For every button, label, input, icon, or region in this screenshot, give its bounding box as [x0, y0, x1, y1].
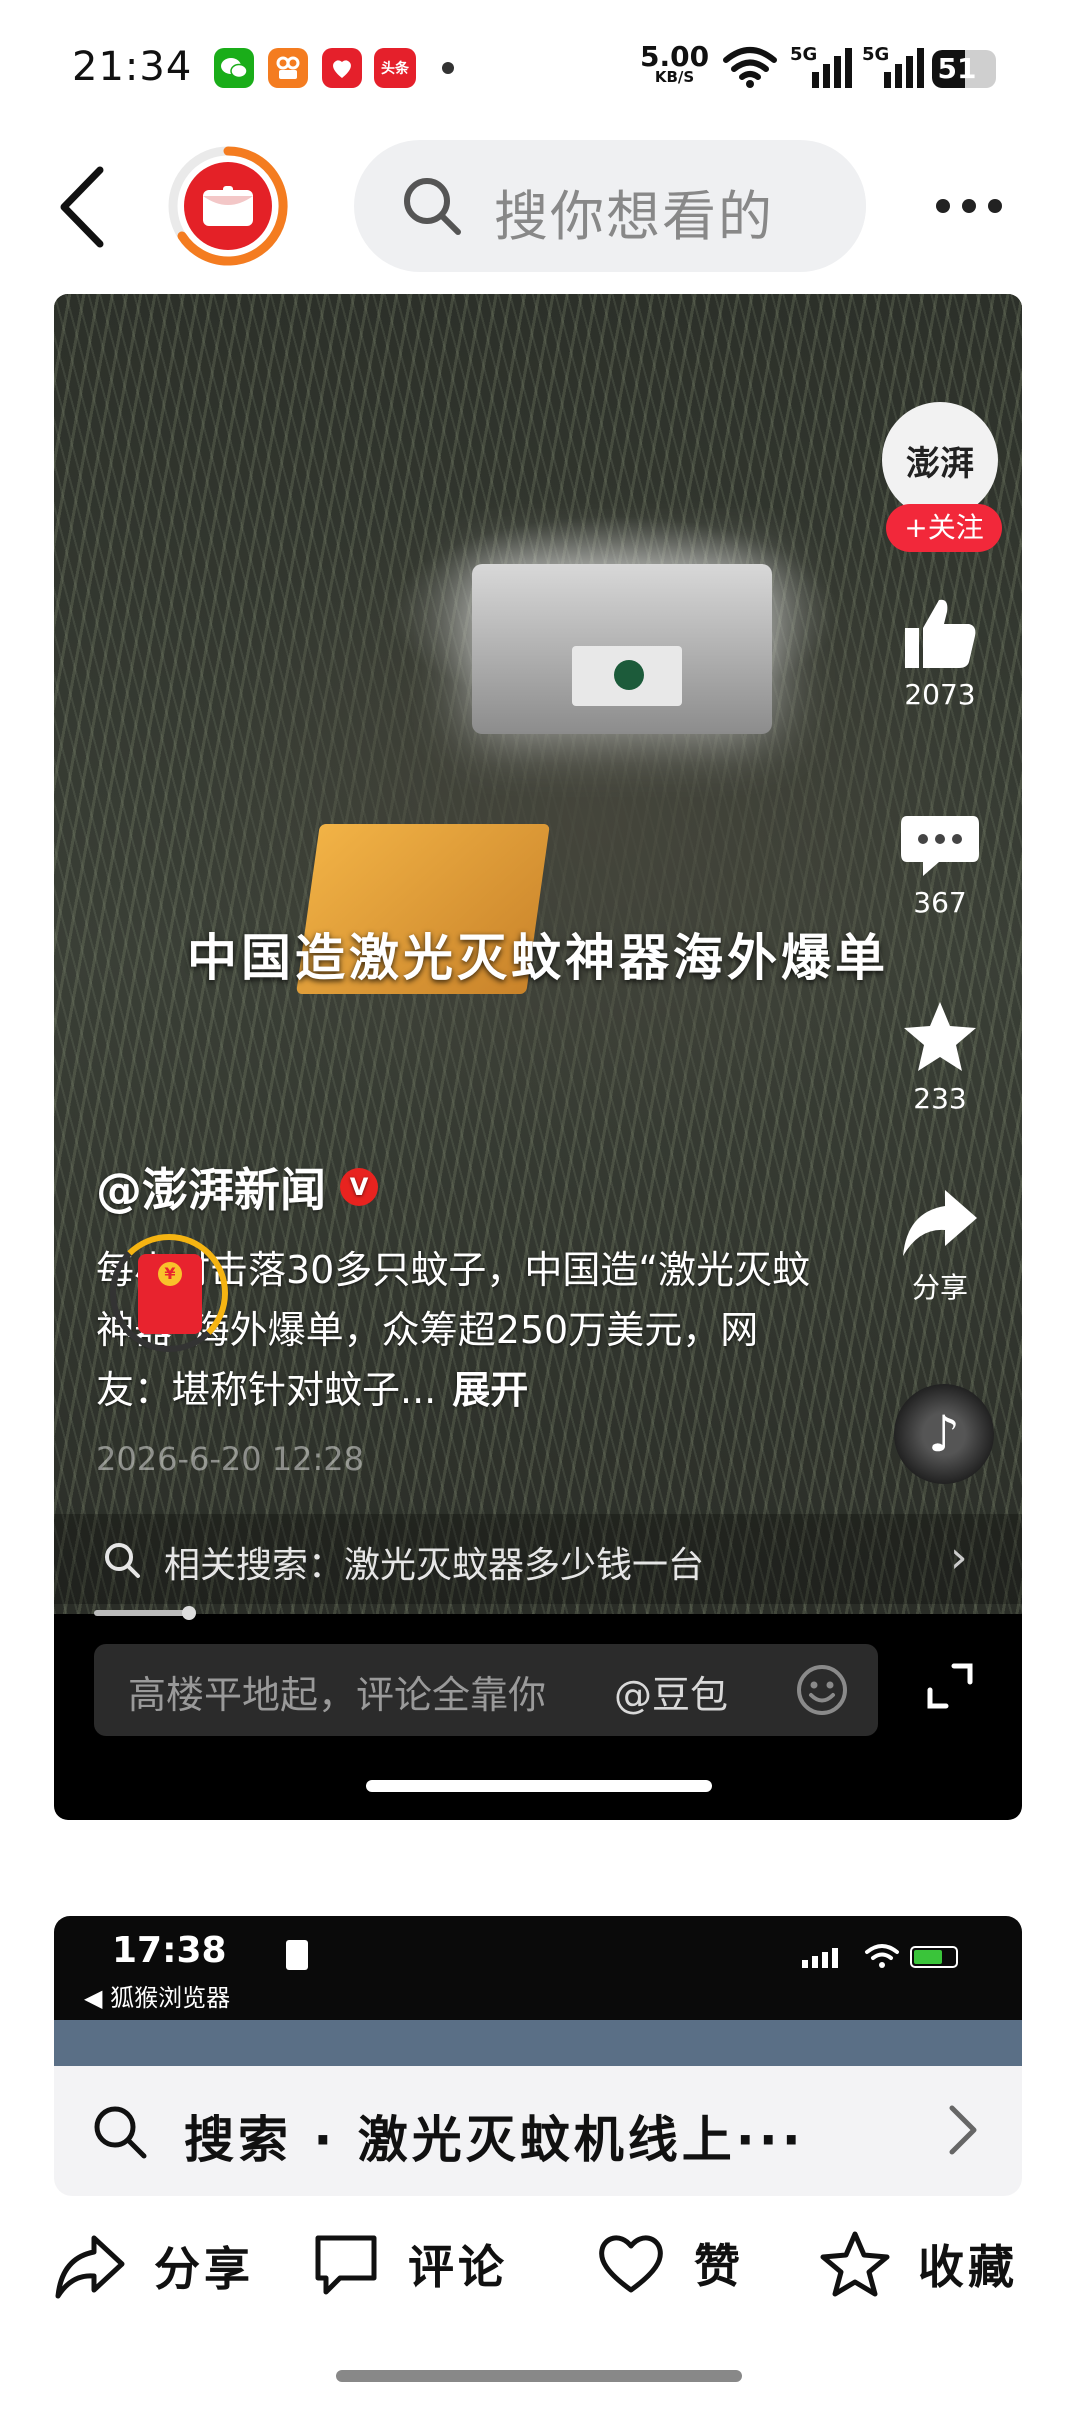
signal-sim1-icon: 5G [790, 44, 856, 94]
publish-date: 2026-6-20 12:28 [96, 1440, 364, 1478]
comment-bubble-icon [901, 816, 979, 876]
fullscreen-icon[interactable] [924, 1660, 976, 1712]
signal-icon [802, 1948, 838, 1968]
video-player[interactable]: 中国造激光灭蚊神器海外爆单 澎湃 +关注 2073 367 233 分享 ♪ @… [54, 294, 1022, 1820]
back-icon[interactable] [52, 162, 112, 252]
phone-icon [286, 1940, 308, 1970]
notification-dot-icon [442, 62, 454, 74]
share-label: 分享 [911, 1271, 968, 1304]
comment-input[interactable]: 高楼平地起，评论全靠你 @豆包 [94, 1644, 878, 1736]
red-packet-icon[interactable] [184, 162, 272, 250]
comment-button[interactable]: 367 [882, 810, 998, 919]
related-search-text: 相关搜索：激光灭蚊器多少钱一台 [164, 1545, 705, 1586]
star-icon [904, 1002, 976, 1071]
video-progress-bar[interactable] [94, 1606, 196, 1620]
status-time: 21:34 [72, 44, 193, 90]
search-icon [94, 2106, 147, 2159]
like-button[interactable]: 2073 [882, 594, 998, 711]
wifi-icon [865, 1944, 899, 1968]
heart-icon [599, 2235, 663, 2293]
search-input[interactable]: 搜你想看的 [354, 140, 866, 272]
search-suggestion[interactable]: 搜索 · 激光灭蚊机线上··· [54, 2066, 1022, 2196]
share-action-label: 分享 [154, 2242, 254, 2296]
sim1-label: 5G [790, 44, 817, 65]
author-name[interactable]: @澎湃新闻 V [96, 1154, 378, 1220]
network-speed: 5.00 KB/S [640, 40, 710, 86]
expand-link[interactable]: 展开 [452, 1368, 528, 1412]
card2-browser-label: ◀ 狐猴浏览器 [84, 1984, 231, 2012]
music-disc-icon[interactable]: ♪ [894, 1384, 994, 1484]
search-placeholder: 搜你想看的 [494, 185, 774, 248]
chevron-right-icon [949, 2105, 977, 2155]
search-icon [105, 1543, 140, 1578]
favorite-count: 233 [913, 1082, 967, 1115]
second-screenshot-card[interactable]: 17:38 ◀ 狐猴浏览器 [54, 1916, 1022, 2066]
search-suggestion-text: 搜索 · 激光灭蚊机线上··· [184, 2111, 805, 2169]
chevron-right-icon: › [950, 1532, 968, 1583]
mention-doubao[interactable]: @豆包 [614, 1664, 728, 1719]
like-action-button[interactable]: 赞 [596, 2230, 744, 2296]
like-action-label: 赞 [694, 2239, 744, 2293]
star-icon [820, 2231, 890, 2297]
search-icon [404, 178, 461, 235]
laser-device-image [472, 564, 772, 734]
embedded-home-indicator [366, 1780, 712, 1792]
kuaishou-icon [268, 48, 308, 88]
follow-button[interactable]: +关注 [886, 504, 1002, 552]
more-options-icon[interactable] [936, 198, 1014, 217]
comment-count: 367 [913, 886, 967, 919]
share-icon [55, 2235, 125, 2299]
card2-time: 17:38 [112, 1930, 227, 1971]
battery-charging-icon [910, 1946, 958, 1968]
wechat-icon [214, 48, 254, 88]
thumbs-up-icon [905, 599, 976, 668]
share-button[interactable]: 分享 [882, 1186, 998, 1306]
favorite-action-button[interactable]: 收藏 [820, 2230, 1018, 2298]
card2-preview-strip [54, 2020, 1022, 2066]
comment-action-label: 评论 [408, 2240, 508, 2294]
toutiao-icon: 头条 [374, 48, 416, 88]
share-arrow-icon [903, 1190, 977, 1256]
comment-icon [315, 2235, 377, 2295]
wifi-icon [723, 47, 777, 88]
floating-red-packet-icon[interactable] [110, 1234, 228, 1352]
favorite-button[interactable]: 233 [882, 998, 998, 1115]
verified-badge-icon: V [340, 1168, 378, 1206]
signal-sim2-icon: 5G [862, 44, 928, 94]
battery-icon: 51 [932, 50, 996, 88]
bottom-action-bar: 分享 评论 赞 收藏 [0, 2230, 1080, 2330]
related-search-bar[interactable]: 相关搜索：激光灭蚊器多少钱一台 › [54, 1514, 1022, 1604]
channel-avatar[interactable]: 澎湃 [882, 402, 998, 518]
video-overlay-title: 中国造激光灭蚊神器海外爆单 [187, 929, 889, 987]
comment-placeholder: 高楼平地起，评论全靠你 [128, 1673, 547, 1717]
comment-action-button[interactable]: 评论 [312, 2230, 508, 2298]
sim2-label: 5G [862, 44, 889, 65]
system-navigation-bar[interactable] [336, 2370, 742, 2382]
emoji-icon[interactable] [794, 1662, 850, 1718]
like-count: 2073 [904, 678, 976, 711]
favorite-action-label: 收藏 [918, 2240, 1018, 2294]
battery-level: 51 [937, 52, 977, 85]
gift-app-icon [322, 48, 362, 88]
status-bar: 21:34 头条 5.00 KB/S 5G 5G 51 [0, 0, 1080, 130]
share-action-button[interactable]: 分享 [54, 2230, 254, 2302]
